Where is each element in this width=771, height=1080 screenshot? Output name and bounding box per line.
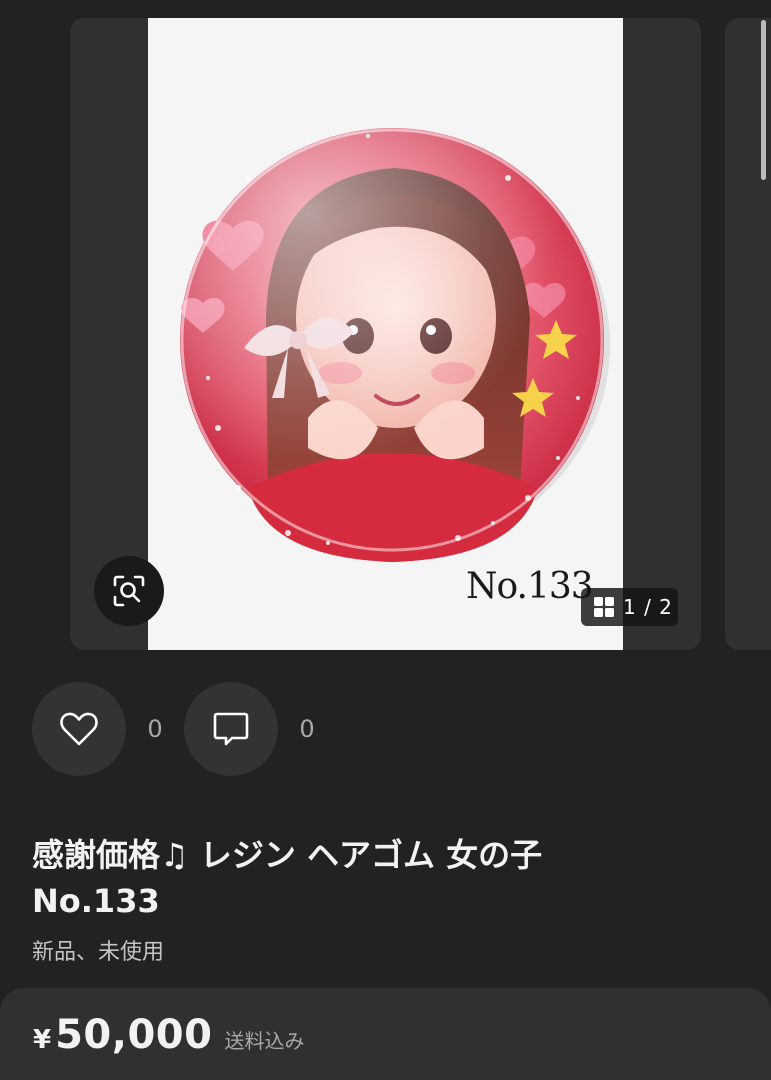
- zoom-scan-icon: [113, 575, 145, 607]
- shipping-note: 送料込み: [224, 1029, 305, 1053]
- image-carousel[interactable]: No.133 1 / 2: [0, 0, 771, 660]
- item-title-line-1: 感謝価格♫ レジン ヘアゴム 女の子: [32, 836, 543, 874]
- speech-bubble-icon: [213, 712, 249, 746]
- like-button[interactable]: [32, 682, 126, 776]
- heart-icon: [60, 712, 98, 746]
- product-photo[interactable]: No.133: [148, 18, 623, 650]
- resin-badge-image: [180, 128, 610, 562]
- image-card[interactable]: No.133: [70, 18, 701, 650]
- price-currency: ¥: [33, 1025, 52, 1055]
- comment-count: 0: [299, 715, 315, 743]
- zoom-button[interactable]: [94, 556, 164, 626]
- price-amount: 50,000: [55, 1012, 213, 1058]
- grid-icon: [594, 597, 614, 617]
- price: ¥ 50,000 送料込み: [33, 1012, 304, 1058]
- item-condition: 新品、未使用: [32, 940, 165, 965]
- image-counter[interactable]: 1 / 2: [581, 588, 678, 626]
- like-count: 0: [147, 715, 163, 743]
- photo-caption: No.133: [466, 566, 594, 607]
- image-counter-text: 1 / 2: [623, 595, 673, 619]
- comment-button[interactable]: [184, 682, 278, 776]
- scrollbar[interactable]: [761, 20, 766, 180]
- item-title-line-2: No.133: [32, 882, 160, 920]
- item-detail-page: No.133 1 / 2 0 0 感謝価格♫ レジン ヘアゴム 女の子 No.1…: [0, 0, 771, 1080]
- action-row: 0 0: [32, 682, 336, 776]
- item-title: 感謝価格♫ レジン ヘアゴム 女の子 No.133: [32, 832, 732, 924]
